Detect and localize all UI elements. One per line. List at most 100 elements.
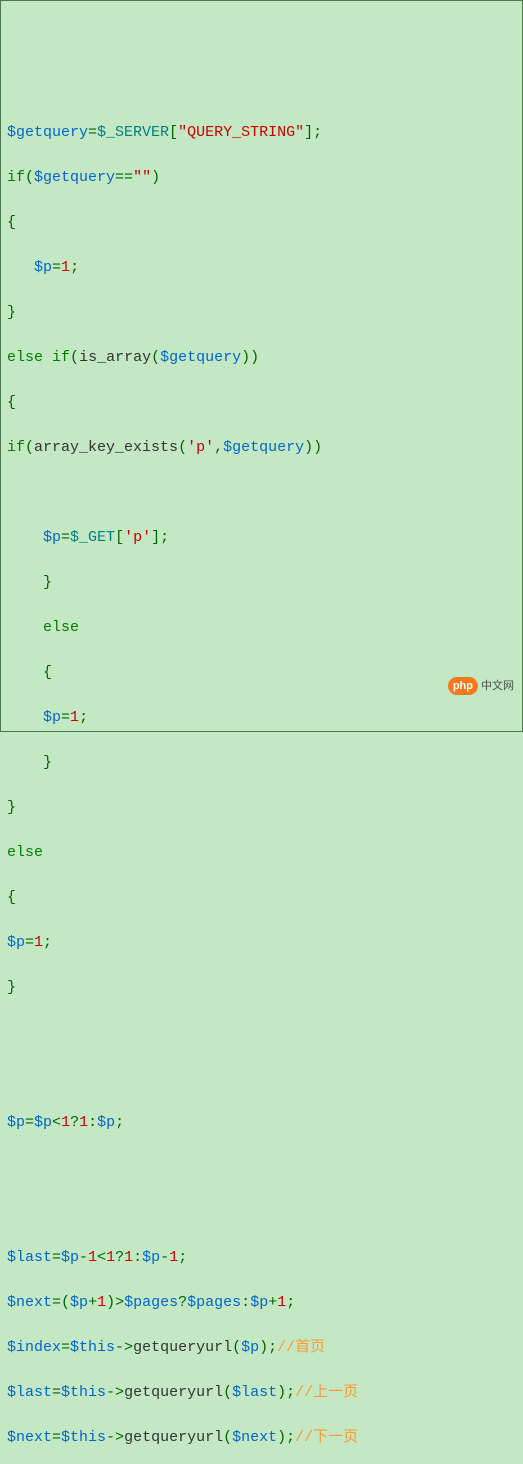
- code-token: ;: [79, 709, 88, 726]
- code-line: $p=1;: [7, 257, 516, 280]
- code-line: if(array_key_exists('p',$getquery)): [7, 437, 516, 460]
- code-token: 1: [97, 1294, 106, 1311]
- code-token: (: [223, 1429, 232, 1446]
- code-token: [7, 259, 34, 276]
- code-token: getqueryurl: [124, 1429, 223, 1446]
- code-line: [7, 1067, 516, 1090]
- code-token: ): [313, 439, 322, 456]
- code-token: "QUERY_STRING": [178, 124, 304, 141]
- code-token: (: [151, 349, 160, 366]
- code-token: //上一页: [295, 1384, 358, 1401]
- code-token: }: [7, 304, 16, 321]
- code-token: =: [52, 259, 61, 276]
- code-token: $p: [97, 1114, 115, 1131]
- code-token: 1: [106, 1249, 115, 1266]
- code-token: if: [7, 439, 25, 456]
- code-token: 1: [61, 1114, 70, 1131]
- code-token: ;: [160, 529, 169, 546]
- code-token: ;: [286, 1429, 295, 1446]
- code-token: 1: [34, 934, 43, 951]
- code-line: {: [7, 212, 516, 235]
- code-token: <: [52, 1114, 61, 1131]
- code-token: {: [7, 394, 16, 411]
- code-token: $last: [232, 1384, 277, 1401]
- code-token: $this: [61, 1429, 106, 1446]
- code-token: ?: [115, 1249, 124, 1266]
- watermark: php 中文网: [448, 677, 514, 696]
- code-token: $p: [43, 529, 61, 546]
- code-token: [7, 664, 43, 681]
- code-token: $next: [7, 1429, 52, 1446]
- code-token: $this: [70, 1339, 115, 1356]
- code-token: (: [178, 439, 187, 456]
- code-token: ]: [304, 124, 313, 141]
- code-token: else: [7, 349, 43, 366]
- code-token: ->: [106, 1384, 124, 1401]
- code-line: [7, 482, 516, 505]
- code-token: ): [241, 349, 250, 366]
- code-token: >: [115, 1294, 124, 1311]
- code-token: $p: [43, 709, 61, 726]
- code-token: }: [7, 979, 16, 996]
- code-token: +: [88, 1294, 97, 1311]
- code-token: array_key_exists: [34, 439, 178, 456]
- code-token: ?: [70, 1114, 79, 1131]
- code-token: ;: [268, 1339, 277, 1356]
- code-token: [7, 619, 43, 636]
- code-token: ]: [151, 529, 160, 546]
- code-token: (: [25, 439, 34, 456]
- watermark-badge: php: [448, 677, 478, 696]
- code-token: =: [25, 1114, 34, 1131]
- code-token: else: [7, 844, 43, 861]
- code-line: $last=$this->getqueryurl($last);//上一页: [7, 1382, 516, 1405]
- code-token: //首页: [277, 1339, 325, 1356]
- code-line: }: [7, 977, 516, 1000]
- code-token: //下一页: [295, 1429, 358, 1446]
- code-token: ;: [115, 1114, 124, 1131]
- code-line: {: [7, 662, 516, 685]
- code-token: "": [133, 169, 151, 186]
- code-line: $p=$_GET['p'];: [7, 527, 516, 550]
- code-token: is_array: [79, 349, 151, 366]
- code-token: [: [169, 124, 178, 141]
- code-token: 1: [79, 1114, 88, 1131]
- code-token: :: [88, 1114, 97, 1131]
- code-token: ): [151, 169, 160, 186]
- code-token: {: [7, 889, 16, 906]
- watermark-text: 中文网: [481, 678, 514, 695]
- code-token: -: [79, 1249, 88, 1266]
- code-token: $p: [7, 1114, 25, 1131]
- code-token: $getquery: [34, 169, 115, 186]
- code-line: $last=$p-1<1?1:$p-1;: [7, 1247, 516, 1270]
- code-token: ;: [43, 934, 52, 951]
- code-token: ,: [214, 439, 223, 456]
- code-token: 1: [61, 259, 70, 276]
- code-line: [7, 1202, 516, 1225]
- code-token: }: [43, 574, 52, 591]
- code-token: $p: [241, 1339, 259, 1356]
- code-line: $next=$this->getqueryurl($next);//下一页: [7, 1427, 516, 1450]
- code-token: =: [52, 1429, 61, 1446]
- code-token: +: [268, 1294, 277, 1311]
- code-token: ): [106, 1294, 115, 1311]
- code-token: (: [70, 349, 79, 366]
- code-line: {: [7, 887, 516, 910]
- code-line: $p=1;: [7, 707, 516, 730]
- code-line: else: [7, 842, 516, 865]
- code-token: getqueryurl: [124, 1384, 223, 1401]
- code-token: ?: [178, 1294, 187, 1311]
- code-token: ->: [106, 1429, 124, 1446]
- code-line: else if(is_array($getquery)): [7, 347, 516, 370]
- code-token: $p: [34, 1114, 52, 1131]
- code-token: =: [88, 124, 97, 141]
- code-token: =: [61, 1339, 70, 1356]
- code-token: $last: [7, 1249, 52, 1266]
- code-line: $getquery=$_SERVER["QUERY_STRING"];: [7, 122, 516, 145]
- code-token: ;: [286, 1384, 295, 1401]
- code-token: (: [61, 1294, 70, 1311]
- code-token: }: [7, 799, 16, 816]
- code-line: }: [7, 797, 516, 820]
- code-token: =: [52, 1294, 61, 1311]
- code-token: (: [223, 1384, 232, 1401]
- code-token: $p: [250, 1294, 268, 1311]
